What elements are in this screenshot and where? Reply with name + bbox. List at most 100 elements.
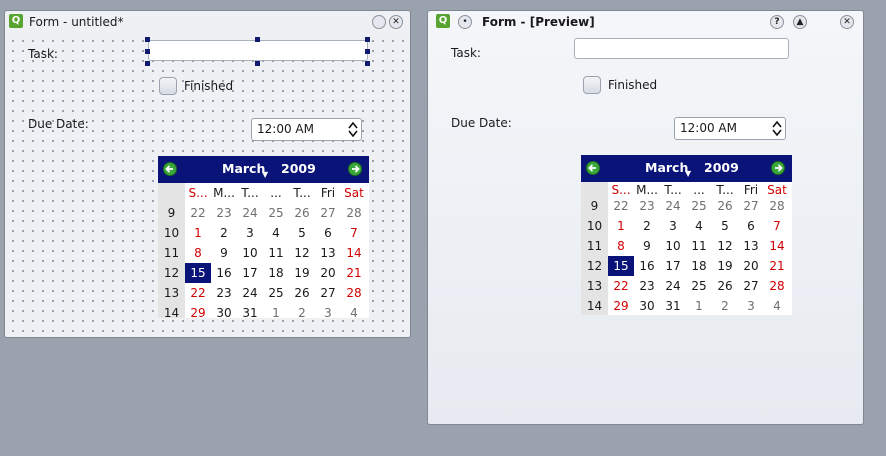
calendar-day[interactable]: 14: [341, 243, 367, 263]
next-month-button[interactable]: [348, 162, 362, 176]
maximize-button[interactable]: ▲: [793, 15, 807, 29]
calendar-day[interactable]: 25: [686, 276, 712, 296]
calendar-day[interactable]: 29: [185, 303, 211, 318]
calendar-day[interactable]: 21: [341, 263, 367, 283]
year-selector[interactable]: 2009: [281, 161, 316, 176]
calendar-day[interactable]: 30: [634, 296, 660, 315]
calendar-day[interactable]: 17: [237, 263, 263, 283]
due-time-edit[interactable]: 12:00 AM: [674, 117, 786, 140]
calendar-day[interactable]: 18: [263, 263, 289, 283]
calendar-day[interactable]: 25: [686, 196, 712, 216]
selection-handle[interactable]: [145, 49, 150, 54]
calendar-day[interactable]: 27: [738, 276, 764, 296]
calendar-day[interactable]: 2: [289, 303, 315, 318]
calendar-day[interactable]: 4: [341, 303, 367, 318]
chevron-down-icon[interactable]: ▼: [685, 169, 691, 178]
calendar-day[interactable]: 12: [289, 243, 315, 263]
calendar-day[interactable]: 31: [237, 303, 263, 318]
calendar-day[interactable]: 17: [660, 256, 686, 276]
calendar-day[interactable]: 27: [315, 203, 341, 223]
calendar-day[interactable]: 22: [608, 196, 634, 216]
prev-month-button[interactable]: [163, 162, 177, 176]
finished-checkbox[interactable]: [159, 77, 177, 95]
month-selector[interactable]: March: [222, 161, 265, 176]
calendar-day[interactable]: 1: [686, 296, 712, 315]
calendar-day[interactable]: 14: [764, 236, 790, 256]
calendar-day[interactable]: 29: [608, 296, 634, 315]
calendar-day[interactable]: 6: [738, 216, 764, 236]
calendar-day[interactable]: 19: [712, 256, 738, 276]
calendar-day[interactable]: 28: [764, 196, 790, 216]
calendar-day[interactable]: 24: [237, 203, 263, 223]
calendar-day[interactable]: 2: [211, 223, 237, 243]
calendar-day[interactable]: 25: [263, 283, 289, 303]
calendar-day[interactable]: 9: [634, 236, 660, 256]
month-selector[interactable]: March: [645, 160, 688, 175]
calendar-day[interactable]: 27: [738, 196, 764, 216]
calendar-day[interactable]: 2: [712, 296, 738, 315]
year-selector[interactable]: 2009: [704, 160, 739, 175]
calendar-day[interactable]: 23: [211, 283, 237, 303]
calendar-day[interactable]: 6: [315, 223, 341, 243]
calendar-day[interactable]: 24: [660, 196, 686, 216]
calendar-day[interactable]: 10: [237, 243, 263, 263]
calendar-day[interactable]: 30: [211, 303, 237, 318]
calendar-day[interactable]: 22: [185, 283, 211, 303]
calendar-day[interactable]: 4: [686, 216, 712, 236]
calendar-day[interactable]: 25: [263, 203, 289, 223]
selection-handle[interactable]: [145, 37, 150, 42]
calendar-day[interactable]: 26: [712, 196, 738, 216]
calendar-day[interactable]: 2: [634, 216, 660, 236]
calendar-day[interactable]: 1: [608, 216, 634, 236]
calendar-day[interactable]: 13: [315, 243, 341, 263]
selection-handle[interactable]: [255, 61, 260, 66]
calendar-day[interactable]: 19: [289, 263, 315, 283]
finished-checkbox[interactable]: [583, 76, 601, 94]
calendar-day[interactable]: 27: [315, 283, 341, 303]
calendar-day-selected[interactable]: 15: [185, 263, 211, 283]
calendar-day[interactable]: 1: [185, 223, 211, 243]
calendar-day[interactable]: 1: [263, 303, 289, 318]
time-spin-buttons[interactable]: [348, 121, 358, 138]
help-button[interactable]: ?: [770, 15, 784, 29]
calendar-day[interactable]: 3: [738, 296, 764, 315]
calendar-day[interactable]: 18: [686, 256, 712, 276]
calendar-day[interactable]: 9: [211, 243, 237, 263]
selection-handle[interactable]: [365, 61, 370, 66]
calendar-day[interactable]: 20: [315, 263, 341, 283]
calendar-day[interactable]: 26: [289, 203, 315, 223]
calendar-day-selected[interactable]: 15: [608, 256, 634, 276]
pin-button[interactable]: •: [458, 15, 472, 29]
selection-handle[interactable]: [365, 49, 370, 54]
calendar-day[interactable]: 8: [608, 236, 634, 256]
calendar-day[interactable]: 11: [263, 243, 289, 263]
calendar-day[interactable]: 24: [660, 276, 686, 296]
due-time-edit[interactable]: 12:00 AM: [251, 118, 362, 141]
calendar-day[interactable]: 28: [764, 276, 790, 296]
calendar-day[interactable]: 31: [660, 296, 686, 315]
prev-month-button[interactable]: [586, 161, 600, 175]
close-button[interactable]: ✕: [840, 15, 854, 29]
selection-handle[interactable]: [145, 61, 150, 66]
calendar-day[interactable]: 20: [738, 256, 764, 276]
task-input[interactable]: [148, 40, 368, 61]
designer-titlebar[interactable]: Q Form - untitled* ✕: [5, 11, 410, 33]
calendar-day[interactable]: 7: [341, 223, 367, 243]
calendar-day[interactable]: 26: [289, 283, 315, 303]
calendar-day[interactable]: 5: [712, 216, 738, 236]
time-spin-buttons[interactable]: [772, 120, 782, 137]
calendar-day[interactable]: 26: [712, 276, 738, 296]
task-input[interactable]: [574, 38, 789, 59]
calendar-day[interactable]: 10: [660, 236, 686, 256]
calendar-day[interactable]: 7: [764, 216, 790, 236]
designer-calendar[interactable]: March ▼ 2009 S... M... T... ... T... Fri…: [158, 156, 369, 318]
calendar-day[interactable]: 28: [341, 203, 367, 223]
close-button[interactable]: ✕: [389, 15, 403, 29]
next-month-button[interactable]: [771, 161, 785, 175]
calendar-day[interactable]: 23: [634, 276, 660, 296]
preview-calendar[interactable]: March ▼ 2009 S... M... T... ... T... Fri…: [581, 155, 792, 315]
calendar-day[interactable]: 16: [211, 263, 237, 283]
calendar-day[interactable]: 23: [634, 196, 660, 216]
calendar-day[interactable]: 22: [608, 276, 634, 296]
selection-handle[interactable]: [255, 37, 260, 42]
